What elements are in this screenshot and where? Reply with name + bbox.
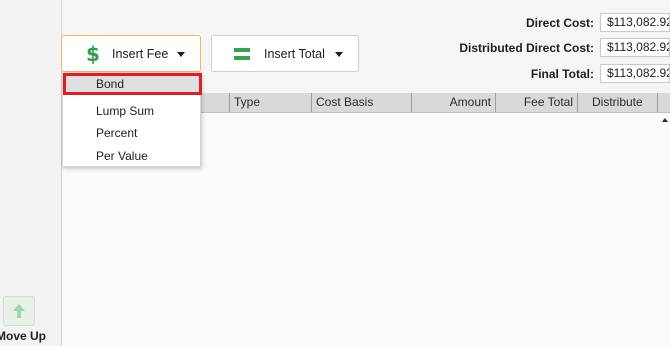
- final-total-field[interactable]: $113,082.92: [600, 64, 670, 83]
- column-header-extra: [657, 93, 670, 112]
- menu-item-bond[interactable]: Bond: [63, 73, 202, 95]
- arrow-up-icon: [13, 304, 25, 318]
- insert-fee-label: Insert Fee: [112, 46, 169, 61]
- equals-icon: [234, 47, 250, 60]
- move-up-label: Move Up: [0, 329, 47, 343]
- column-header-amount[interactable]: Amount: [411, 93, 495, 112]
- insert-fee-button[interactable]: $ Insert Fee: [61, 35, 201, 72]
- final-total-label: Final Total:: [530, 66, 594, 81]
- menu-item-lump-sum[interactable]: Lump Sum: [63, 100, 202, 122]
- move-up-button[interactable]: [3, 296, 35, 326]
- distributed-direct-cost-field[interactable]: $113,082.92: [600, 38, 670, 57]
- column-header-fee-total[interactable]: Fee Total: [495, 93, 577, 112]
- direct-cost-row: Direct Cost: $113,082.92: [526, 12, 670, 33]
- chevron-down-icon: [177, 52, 185, 57]
- direct-cost-label: Direct Cost:: [525, 15, 594, 30]
- chevron-down-icon: [335, 52, 343, 57]
- insert-total-button[interactable]: Insert Total: [211, 35, 359, 72]
- scroll-up-arrow[interactable]: [658, 113, 670, 127]
- left-panel: Move Up: [0, 0, 62, 346]
- insert-fee-menu: Bond Lump Sum Percent Per Value: [62, 72, 202, 167]
- column-header-type[interactable]: Type: [229, 93, 311, 112]
- column-header-cost-basis[interactable]: Cost Basis: [311, 93, 411, 112]
- menu-item-per-value[interactable]: Per Value: [63, 145, 202, 167]
- dollar-icon: $: [86, 41, 100, 66]
- direct-cost-field[interactable]: $113,082.92: [600, 13, 670, 32]
- final-total-row: Final Total: $113,082.92: [531, 63, 670, 84]
- insert-total-label: Insert Total: [264, 46, 325, 61]
- column-header-distribute[interactable]: Distribute: [577, 93, 657, 112]
- distributed-direct-cost-row: Distributed Direct Cost: $113,082.92: [459, 37, 670, 58]
- distributed-direct-cost-label: Distributed Direct Cost:: [459, 40, 594, 55]
- menu-item-percent[interactable]: Percent: [63, 122, 202, 144]
